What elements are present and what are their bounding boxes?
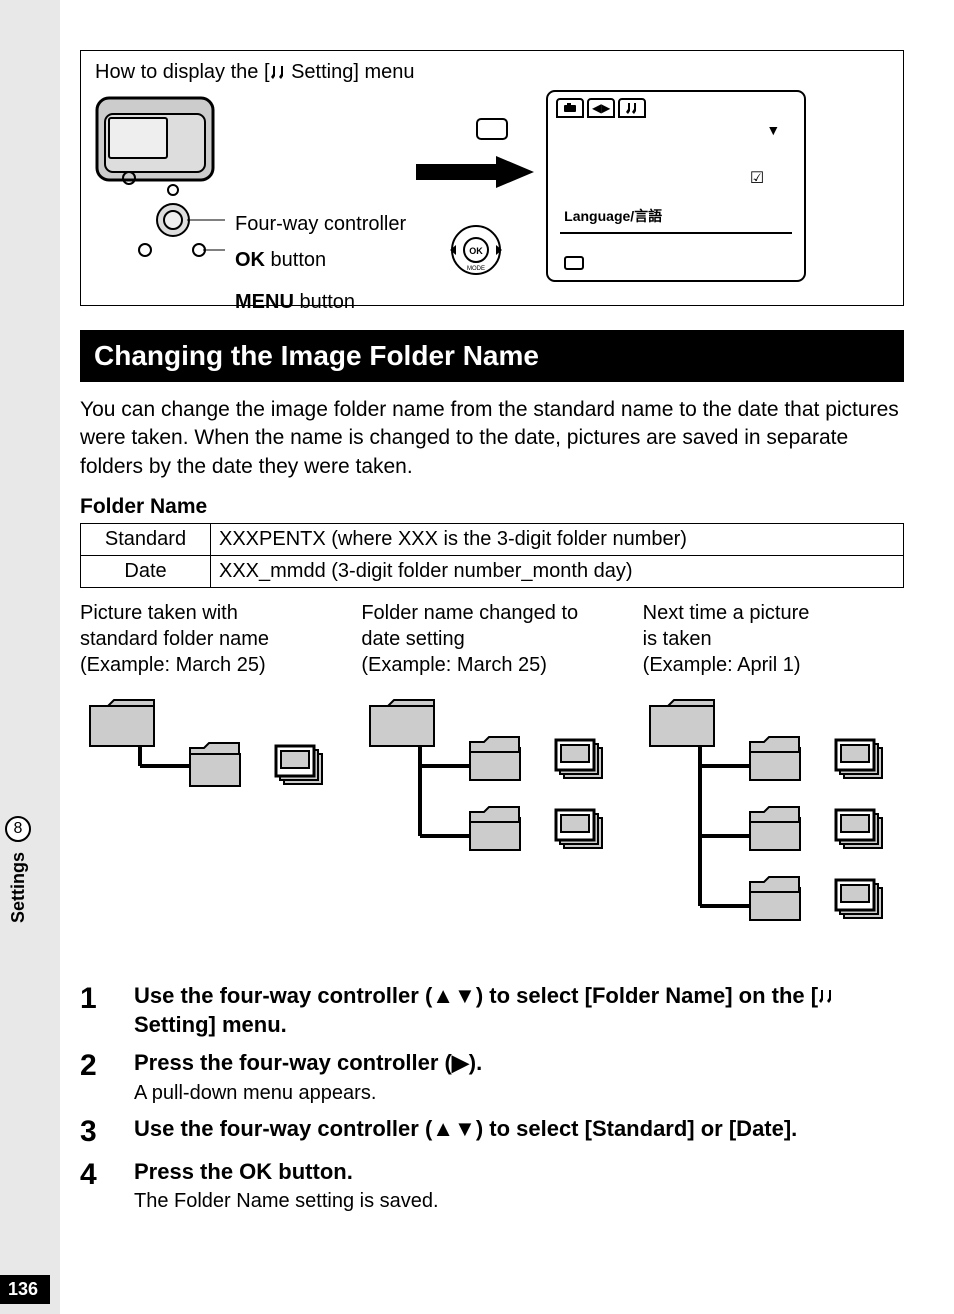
- step-2-text: Press the four-way controller (▶).: [134, 1049, 904, 1078]
- caption-3: Next time a picture is taken (Example: A…: [643, 600, 904, 678]
- caption-2: Folder name changed to date setting (Exa…: [361, 600, 622, 678]
- step-4-text: Press the OK button.: [134, 1158, 904, 1187]
- chapter-label: Settings: [8, 852, 29, 923]
- left-margin: [0, 0, 60, 1314]
- wrench-icon: [270, 64, 286, 80]
- side-tab: 8 Settings: [0, 816, 36, 928]
- tab-wrench-icon: [618, 98, 646, 118]
- folder-diagram-3: [640, 688, 900, 948]
- svg-text:OK: OK: [469, 246, 483, 256]
- folder-name-subhead: Folder Name: [80, 495, 904, 519]
- page-number: 136: [0, 1275, 50, 1304]
- tab-arrows-icon: ◀▶: [587, 98, 615, 118]
- screen-language-label: Language/言語: [564, 206, 662, 226]
- menu-button-icon: [476, 118, 508, 140]
- step-3: 3 Use the four-way controller (▲▼) to se…: [80, 1115, 904, 1148]
- howto-middle: OK MODE: [416, 90, 536, 290]
- cell-date-key: Date: [81, 556, 211, 588]
- svg-text:MODE: MODE: [467, 266, 485, 272]
- step-1: 1 Use the four-way controller (▲▼) to se…: [80, 982, 904, 1039]
- step-2: 2 Press the four-way controller (▶). A p…: [80, 1049, 904, 1105]
- table-row: Standard XXXPENTX (where XXX is the 3-di…: [81, 524, 904, 556]
- ok-label: OK button: [235, 242, 406, 278]
- ok-pad-icon: OK MODE: [446, 220, 506, 280]
- cell-standard-key: Standard: [81, 524, 211, 556]
- caption-row: Picture taken with standard folder name …: [80, 600, 904, 678]
- menu-label: MENU button: [235, 284, 406, 320]
- caption-1: Picture taken with standard folder name …: [80, 600, 341, 678]
- step-1-text: Use the four-way controller (▲▼) to sele…: [134, 982, 904, 1039]
- check-icon: ☑: [750, 168, 764, 188]
- tab-camera-icon: [556, 98, 584, 118]
- howto-box: How to display the [ Setting] menu: [80, 50, 904, 306]
- folder-diagram-1: [80, 688, 340, 808]
- fourway-label: Four-way controller: [235, 206, 406, 242]
- wrench-icon: [818, 988, 834, 1004]
- cell-standard-val: XXXPENTX (where XXX is the 3-digit folde…: [211, 524, 904, 556]
- step-4: 4 Press the OK button. The Folder Name s…: [80, 1158, 904, 1214]
- page-content: How to display the [ Setting] menu: [80, 50, 904, 1223]
- step-2-sub: A pull-down menu appears.: [134, 1082, 904, 1105]
- device-screen: ◀▶ ▼ ☑ Language/言語: [546, 90, 806, 282]
- section-paragraph: You can change the image folder name fro…: [80, 396, 904, 481]
- howto-labels: Four-way controller OK button MENU butto…: [235, 206, 406, 320]
- folder-diagram-2: [360, 688, 620, 878]
- steps-list: 1 Use the four-way controller (▲▼) to se…: [80, 982, 904, 1213]
- section-heading: Changing the Image Folder Name: [80, 330, 904, 382]
- screen-menu-icon: [564, 256, 584, 270]
- step-4-sub: The Folder Name setting is saved.: [134, 1190, 904, 1213]
- chapter-number-badge: 8: [5, 816, 31, 842]
- folder-name-table: Standard XXXPENTX (where XXX is the 3-di…: [80, 523, 904, 588]
- howto-title: How to display the [ Setting] menu: [95, 61, 889, 84]
- folder-diagrams: [80, 688, 904, 948]
- table-row: Date XXX_mmdd (3-digit folder number_mon…: [81, 556, 904, 588]
- camera-illustration: [95, 90, 225, 290]
- step-3-text: Use the four-way controller (▲▼) to sele…: [134, 1115, 904, 1144]
- arrow-right-icon: [416, 152, 536, 192]
- divider: [560, 232, 792, 234]
- cell-date-val: XXX_mmdd (3-digit folder number_month da…: [211, 556, 904, 588]
- dropdown-arrow-icon: ▼: [766, 122, 780, 138]
